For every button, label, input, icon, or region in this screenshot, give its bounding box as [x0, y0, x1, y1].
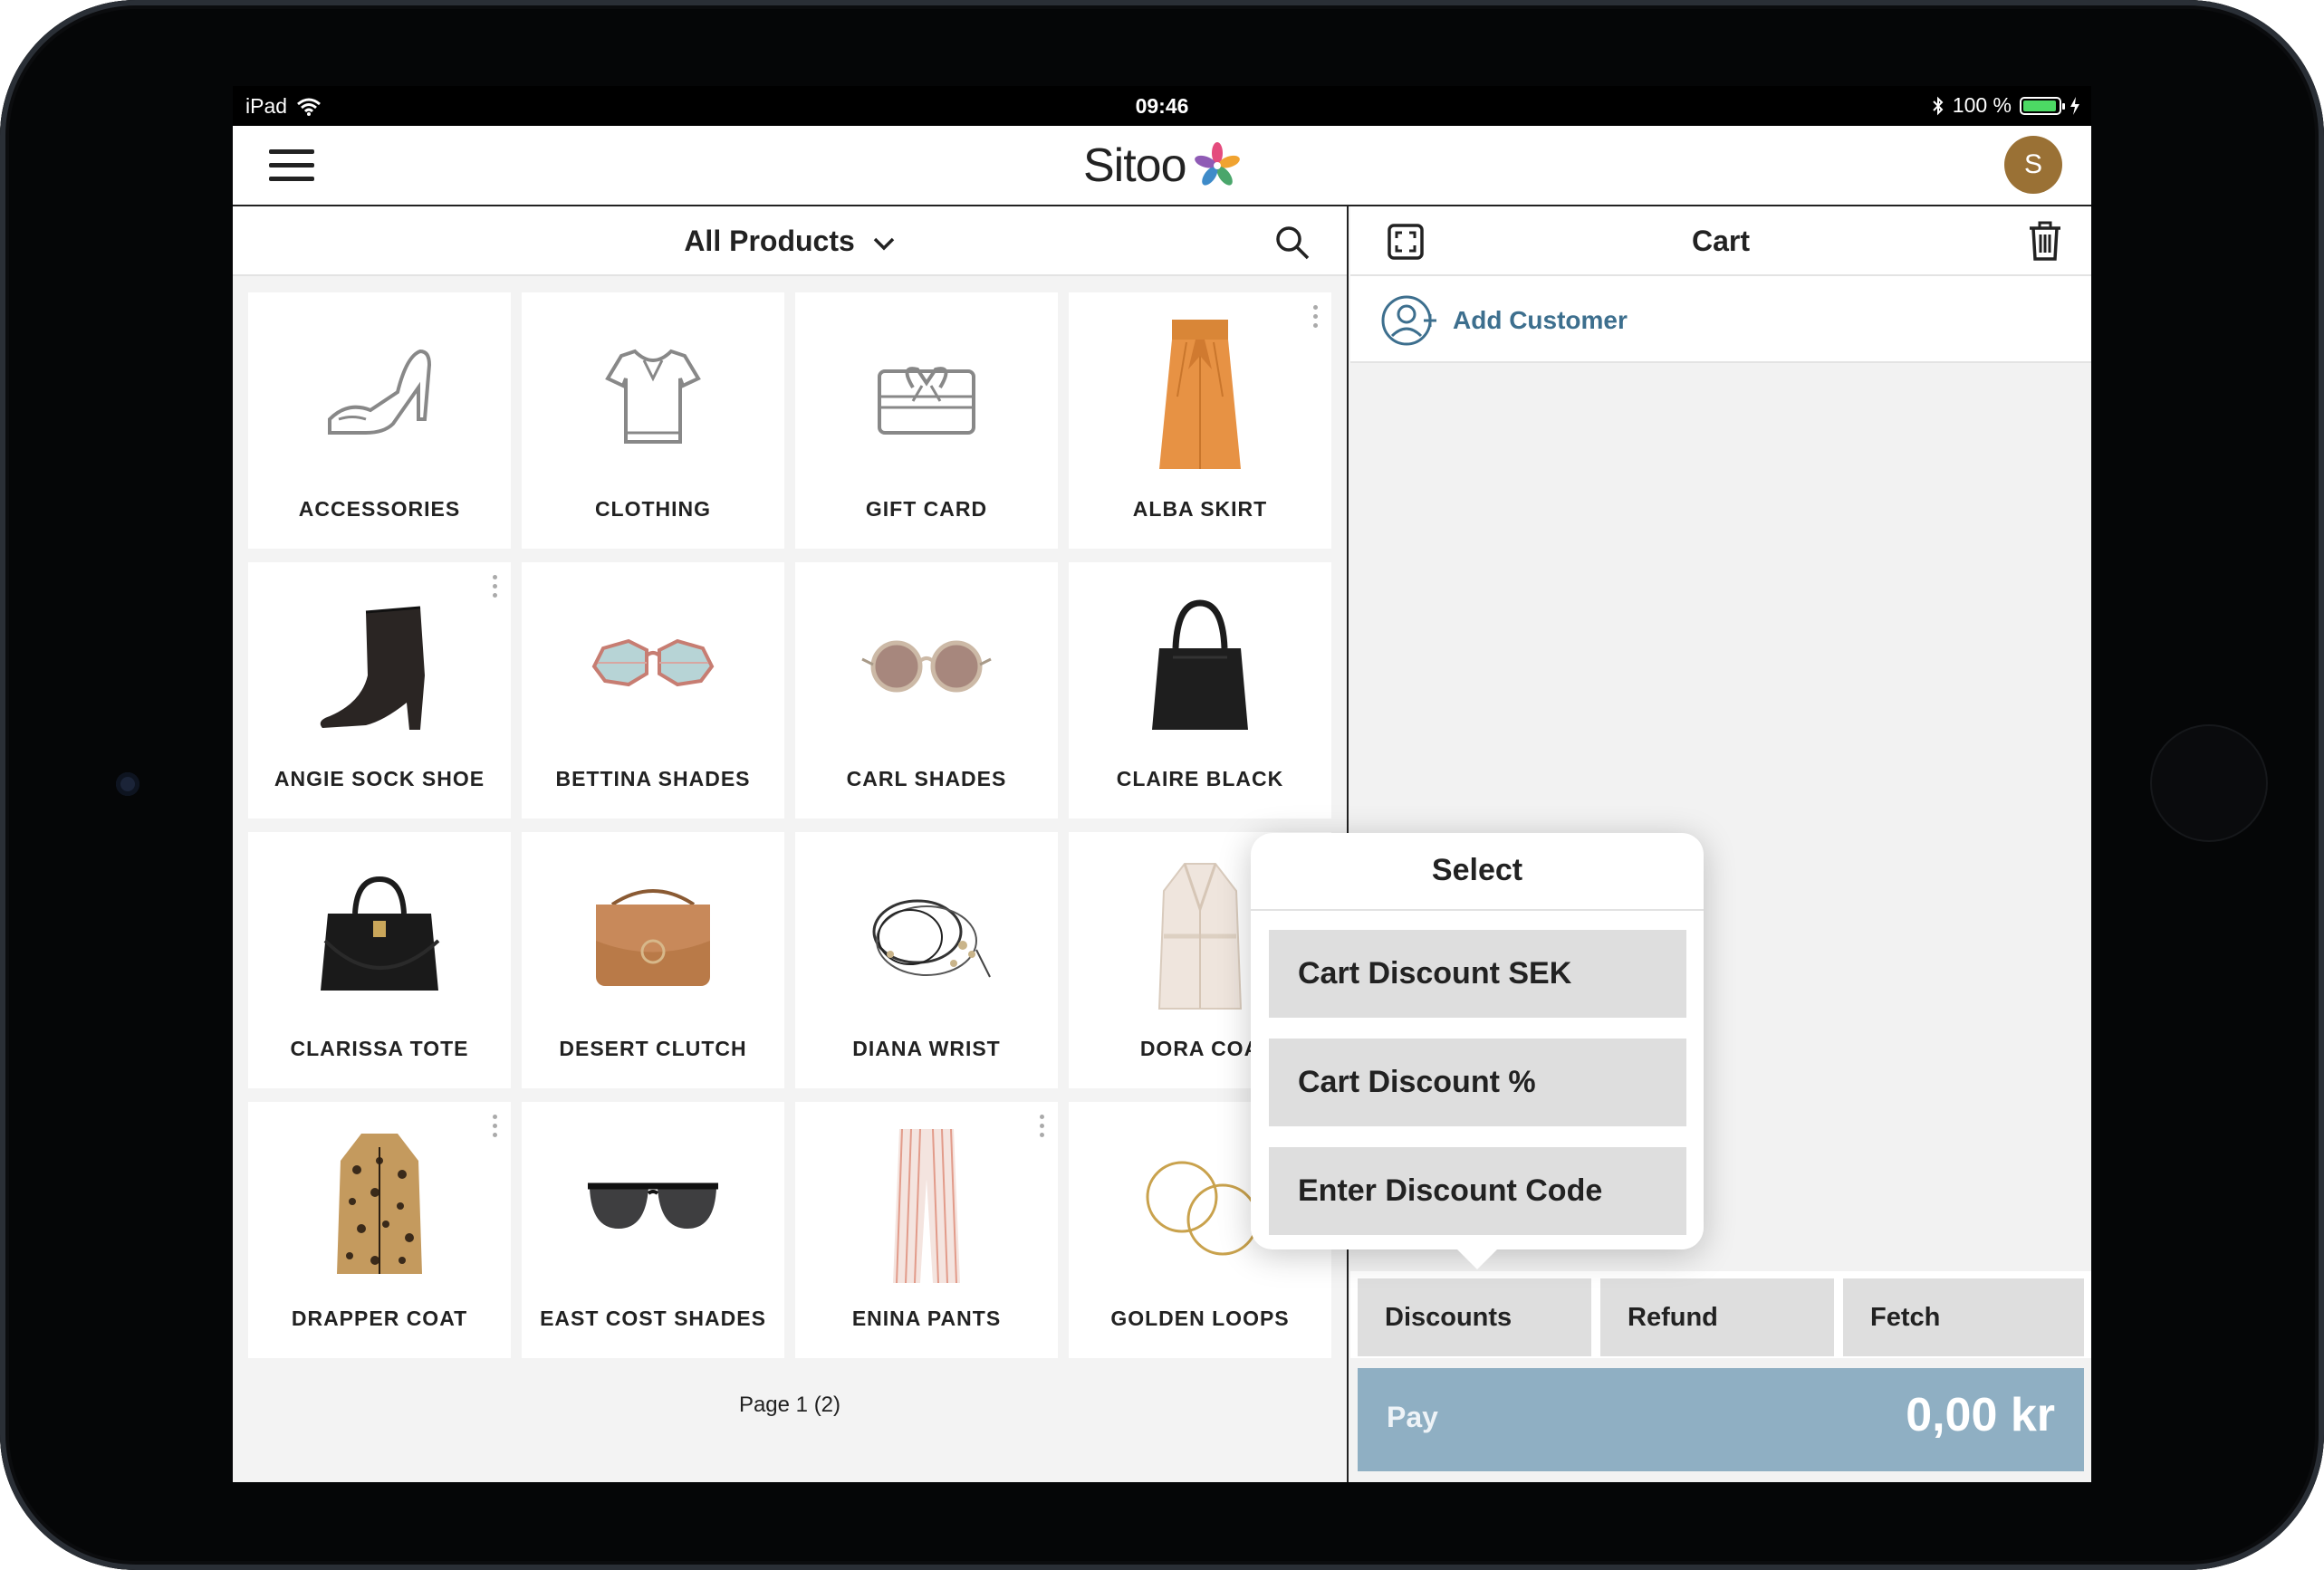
product-tile[interactable]: ENINA PANTS — [795, 1102, 1058, 1358]
product-tile[interactable]: EAST COST SHADES — [522, 1102, 784, 1358]
black-boot-image — [320, 606, 425, 730]
product-tile[interactable]: GIFT CARD — [795, 292, 1058, 549]
product-label: GIFT CARD — [865, 497, 988, 521]
leopard-coat-image — [337, 1134, 422, 1274]
camera-icon — [116, 772, 139, 796]
product-tile[interactable]: CLARISSA TOTE — [248, 832, 511, 1088]
product-grid: ACCESSORIES CLOTHING GIFT CARD ALBA SKIR… — [248, 292, 1331, 1358]
charging-icon — [2070, 96, 2079, 115]
cart-title: Cart — [1691, 225, 1750, 257]
round-sunglasses-image — [861, 640, 992, 693]
product-label: EAST COST SHADES — [540, 1307, 766, 1330]
product-tile[interactable]: CLOTHING — [522, 292, 784, 549]
fetch-button[interactable]: Fetch — [1843, 1278, 2084, 1356]
home-button[interactable] — [2152, 726, 2266, 840]
black-sunglasses-image — [588, 1182, 718, 1229]
page-indicator: Page 1 (2) — [738, 1393, 841, 1417]
product-tile[interactable]: BETTINA SHADES — [522, 562, 784, 819]
search-icon[interactable] — [1274, 225, 1311, 261]
product-panel: All Products ACCESSORIES CLOTHING GIFT C… — [233, 206, 1349, 1482]
orange-skirt-image — [1159, 320, 1241, 469]
striped-pants-image — [893, 1128, 960, 1284]
discounts-button[interactable]: Discounts — [1358, 1278, 1591, 1356]
avatar[interactable]: S — [2004, 136, 2062, 194]
hoop-earrings-image — [1146, 1161, 1259, 1256]
product-tile[interactable]: DRAPPER COAT — [248, 1102, 511, 1358]
battery-percent: 100 % — [1952, 93, 2012, 117]
black-bag-image — [1152, 599, 1248, 730]
add-user-icon — [1381, 295, 1436, 346]
enter-discount-code-option[interactable]: Enter Discount Code — [1269, 1147, 1686, 1235]
category-dropdown[interactable]: All Products — [233, 225, 1347, 258]
product-tile[interactable]: CARL SHADES — [795, 562, 1058, 819]
app-header: Sitoo S — [233, 126, 2091, 206]
cart-total: 0,00 kr — [1906, 1389, 2055, 1441]
sitoo-logo: Sitoo — [1083, 139, 1243, 193]
product-tile[interactable]: ACCESSORIES — [248, 292, 511, 549]
product-label: ALBA SKIRT — [1132, 497, 1268, 521]
product-label: ANGIE SOCK SHOE — [274, 767, 485, 790]
cart-header: Cart — [1350, 206, 2091, 276]
product-label: CARL SHADES — [846, 767, 1007, 790]
bracelet-image — [872, 899, 991, 978]
bluetooth-icon — [1933, 96, 1944, 115]
cart-discount-percent-option[interactable]: Cart Discount % — [1269, 1039, 1686, 1126]
category-filter-bar: All Products — [233, 206, 1347, 276]
product-tile[interactable]: ALBA SKIRT — [1069, 292, 1331, 549]
product-label: BETTINA SHADES — [555, 767, 751, 790]
clock: 09:46 — [1135, 94, 1189, 118]
polo-shirt-icon — [605, 349, 701, 444]
screen: iPad 09:46 100 % Sitoo S All Products AC… — [233, 86, 2091, 1482]
octagon-sunglasses-image — [591, 638, 715, 687]
logo-text: Sitoo — [1083, 139, 1187, 192]
product-label: GOLDEN LOOPS — [1110, 1307, 1290, 1330]
product-label: DRAPPER COAT — [291, 1307, 468, 1330]
cart-action-row: Discounts Refund Fetch — [1350, 1271, 2091, 1358]
product-label: ENINA PANTS — [851, 1307, 1002, 1330]
status-bar: iPad 09:46 100 % — [233, 86, 2091, 126]
product-tile[interactable]: DIANA WRIST — [795, 832, 1058, 1088]
product-label: CLARISSA TOTE — [290, 1037, 469, 1060]
tote-bag-image — [321, 876, 440, 991]
pay-label: Pay — [1387, 1401, 1438, 1433]
menu-icon[interactable] — [269, 148, 314, 184]
high-heel-shoe-icon — [328, 349, 432, 435]
battery-icon — [2020, 96, 2065, 115]
product-label: DESERT CLUTCH — [559, 1037, 747, 1060]
popover-title: Select — [1431, 853, 1523, 887]
ipad-frame: iPad 09:46 100 % Sitoo S All Products AC… — [0, 0, 2324, 1570]
add-customer-button[interactable]: Add Customer — [1350, 276, 2091, 363]
gift-card-icon — [878, 367, 975, 435]
product-tile[interactable]: CLAIRE BLACK — [1069, 562, 1331, 819]
trash-icon[interactable] — [2026, 219, 2064, 263]
product-label: CLAIRE BLACK — [1116, 767, 1284, 790]
pay-button[interactable]: Pay 0,00 kr — [1358, 1368, 2084, 1471]
trench-coat-image — [1157, 863, 1243, 1010]
product-tile[interactable]: DESERT CLUTCH — [522, 832, 784, 1088]
category-dropdown-label: All Products — [684, 225, 855, 257]
brown-clutch-image — [596, 889, 710, 986]
discount-popover: Select Cart Discount SEK Cart Discount %… — [1251, 833, 1704, 1269]
cart-discount-sek-option[interactable]: Cart Discount SEK — [1269, 930, 1686, 1018]
product-label: DIANA WRIST — [852, 1037, 1001, 1060]
divider — [1251, 909, 1704, 911]
chevron-down-icon — [873, 237, 894, 251]
refund-button[interactable]: Refund — [1600, 1278, 1834, 1356]
product-tile[interactable]: ANGIE SOCK SHOE — [248, 562, 511, 819]
add-customer-label: Add Customer — [1453, 306, 1628, 334]
flower-logo-icon — [1194, 142, 1240, 186]
product-label: CLOTHING — [594, 497, 712, 521]
product-label: ACCESSORIES — [298, 497, 461, 521]
